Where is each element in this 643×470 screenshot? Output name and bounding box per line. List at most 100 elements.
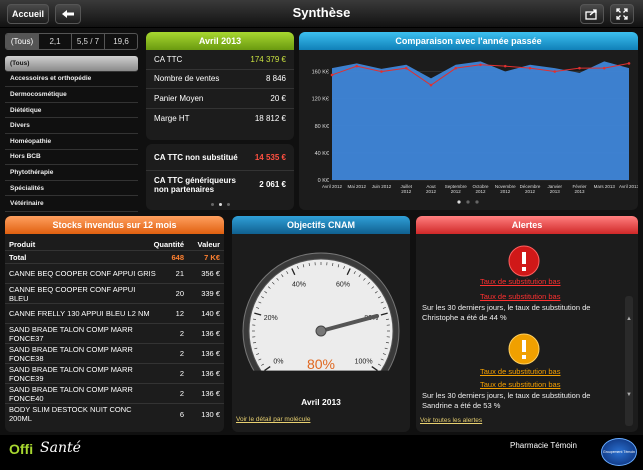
- kpi-value: 2 061 €: [259, 180, 286, 189]
- x-tick-label: Juin 2012: [372, 184, 392, 189]
- y-tick-label: 40 K€: [315, 151, 329, 157]
- product-name: CANNE BEQ COOPER CONF APPUI BLEU: [9, 284, 136, 303]
- alert-link[interactable]: Taux de substitution bas: [480, 367, 560, 376]
- gauge-period: Avril 2013: [301, 397, 341, 407]
- fullscreen-button[interactable]: [610, 4, 634, 24]
- x-tick-label: Janvier 2013: [547, 184, 562, 194]
- category-item[interactable]: Hors BCB: [5, 150, 138, 166]
- table-row[interactable]: SAND BRADE TALON COMP MARR FONCE37 2 136 €: [5, 324, 224, 344]
- back-button[interactable]: [55, 4, 81, 24]
- page-dot: [466, 200, 470, 204]
- molecule-detail-link[interactable]: Voir le détail par molécule: [236, 416, 310, 423]
- all-alerts-link[interactable]: Voir toutes les alertes: [420, 417, 482, 424]
- product-value: 130 €: [201, 409, 220, 419]
- table-row[interactable]: SAND BRADE TALON COMP MARR FONCE40 2 136 €: [5, 384, 224, 404]
- page-dot: [457, 200, 461, 204]
- y-tick-label: 120 K€: [312, 97, 329, 103]
- x-tick-label: Aout 2012: [426, 184, 437, 194]
- comparison-title: Comparaison avec l'année passée: [299, 32, 638, 50]
- category-item[interactable]: Dermocosmétique: [5, 87, 138, 103]
- alerts-scrollbar[interactable]: ▲ ▼: [625, 296, 633, 426]
- kpi-row: CA TTC génériqueurs non partenaires 2 061…: [146, 171, 294, 198]
- table-row[interactable]: CANNE FRELLY 130 APPUI BLEU L2 NM 12 140 €: [5, 304, 224, 324]
- total-value: 7 K€: [204, 252, 220, 262]
- product-name: CANNE FRELLY 130 APPUI BLEU L2 NM: [9, 309, 150, 318]
- kpi-row: CA TTC non substitué 14 535 €: [146, 144, 294, 171]
- expand-icon: [616, 8, 628, 20]
- month-summary-panel: Avril 2013 CA TTC 174 379 € Nombre de ven…: [146, 32, 294, 140]
- line-point: [503, 64, 507, 68]
- table-row[interactable]: CANNE BEQ COOPER CONF APPUI BLEU 20 339 €: [5, 284, 224, 304]
- kpi-label: Panier Moyen: [154, 93, 204, 103]
- stock-panel: Stocks invendus sur 12 mois Produit Quan…: [5, 216, 224, 432]
- x-tick-label: Octobre 2012: [472, 184, 489, 194]
- tab-19-6[interactable]: 19,6: [105, 34, 137, 49]
- pharmacy-name: Pharmacie Témoin: [510, 441, 577, 450]
- category-item[interactable]: (Tous): [5, 56, 138, 72]
- group-badge: Groupement Témoin: [601, 438, 637, 466]
- x-tick-label: Décembre 2012: [520, 184, 541, 194]
- share-button[interactable]: [580, 4, 604, 24]
- kpi-value: 20 €: [270, 93, 286, 103]
- kpi-value: 18 812 €: [254, 113, 286, 123]
- line-point: [627, 62, 631, 65]
- tab-2-1[interactable]: 2,1: [39, 34, 72, 49]
- x-tick-label: Avril 2012: [322, 184, 342, 189]
- alert-link[interactable]: Taux de substitution bas: [480, 277, 560, 286]
- table-row[interactable]: SAND BRADE TALON COMP MARR FONCE38 2 136 €: [5, 344, 224, 364]
- x-tick-label: Mars 2013: [594, 184, 616, 189]
- alert-link[interactable]: Taux de substitution bas: [480, 292, 560, 301]
- table-row[interactable]: CANNE BEQ COOPER CONF APPUI GRIS 21 356 €: [5, 264, 224, 284]
- product-qty: 12: [175, 309, 184, 318]
- arrow-left-icon: [62, 10, 74, 18]
- product-value: 136 €: [201, 329, 220, 338]
- category-item[interactable]: Spécialités: [5, 181, 138, 197]
- alert-link[interactable]: Taux de substitution bas: [480, 380, 560, 389]
- line-point: [429, 83, 433, 87]
- line-point: [553, 70, 557, 73]
- category-item[interactable]: Phytothérapie: [5, 165, 138, 181]
- kpi-row: CA TTC 174 379 €: [146, 50, 294, 70]
- category-item[interactable]: Diététique: [5, 103, 138, 119]
- category-item[interactable]: Accessoires et orthopédie: [5, 72, 138, 88]
- line-point: [602, 66, 606, 70]
- kpi-label: Marge HT: [154, 113, 190, 123]
- kpi-label: CA TTC génériqueurs non partenaires: [154, 175, 236, 194]
- line-point: [528, 66, 532, 70]
- page-indicator[interactable]: [146, 203, 294, 206]
- product-qty: 20: [175, 289, 184, 298]
- comparison-chart: 0 K€40 K€80 K€120 K€160 K€Avril 2012 Mai …: [312, 61, 638, 204]
- x-tick-label: Septembre 2012: [445, 184, 468, 194]
- table-row[interactable]: BODY SLIM DESTOCK NUIT CONC 200ML 6 130 €: [5, 404, 224, 424]
- tab-5-5-7[interactable]: 5,5 / 7: [72, 34, 105, 49]
- table-row[interactable]: SAND BRADE TALON COMP MARR FONCE39 2 136 €: [5, 364, 224, 384]
- kpi-value: 14 535 €: [254, 152, 286, 162]
- gauge-label: 100%: [355, 358, 373, 365]
- home-button[interactable]: Accueil: [7, 4, 49, 24]
- category-item[interactable]: Homéopathie: [5, 134, 138, 150]
- product-value: 136 €: [201, 369, 220, 378]
- category-item[interactable]: Vétérinaire: [5, 196, 138, 212]
- product-name: SAND BRADE TALON COMP MARR FONCE40: [9, 384, 133, 403]
- category-list: (Tous) Accessoires et orthopédie Dermoco…: [5, 56, 138, 212]
- gauge-label: 20%: [264, 315, 278, 322]
- x-tick-label: Juillet 2012: [400, 184, 412, 194]
- tab-all[interactable]: (Tous): [6, 34, 39, 49]
- total-qty: 648: [171, 252, 184, 262]
- logo-sante: Santé: [40, 440, 81, 456]
- cnam-gauge: 0%20%40%60%80%100%80%: [232, 252, 410, 406]
- kpi-row: Panier Moyen 20 €: [146, 89, 294, 109]
- gauge-label: 60%: [336, 281, 350, 288]
- cnam-panel: Objectifs CNAM 0%20%40%60%80%100%80% Avr…: [232, 216, 410, 432]
- category-item[interactable]: Divers: [5, 118, 138, 134]
- col-value: Valeur: [197, 240, 220, 249]
- product-qty: 2: [179, 329, 184, 338]
- vat-rate-selector: (Tous) 2,1 5,5 / 7 19,6: [5, 33, 138, 50]
- footer: Offi Santé Pharmacie Témoin Groupement T…: [0, 435, 643, 470]
- product-value: 136 €: [201, 389, 220, 398]
- col-qty: Quantité: [153, 240, 184, 249]
- line-point: [380, 70, 383, 73]
- y-tick-label: 160 K€: [312, 70, 329, 76]
- product-qty: 6: [179, 409, 184, 419]
- substitution-panel: CA TTC non substitué 14 535 € CA TTC géné…: [146, 144, 294, 210]
